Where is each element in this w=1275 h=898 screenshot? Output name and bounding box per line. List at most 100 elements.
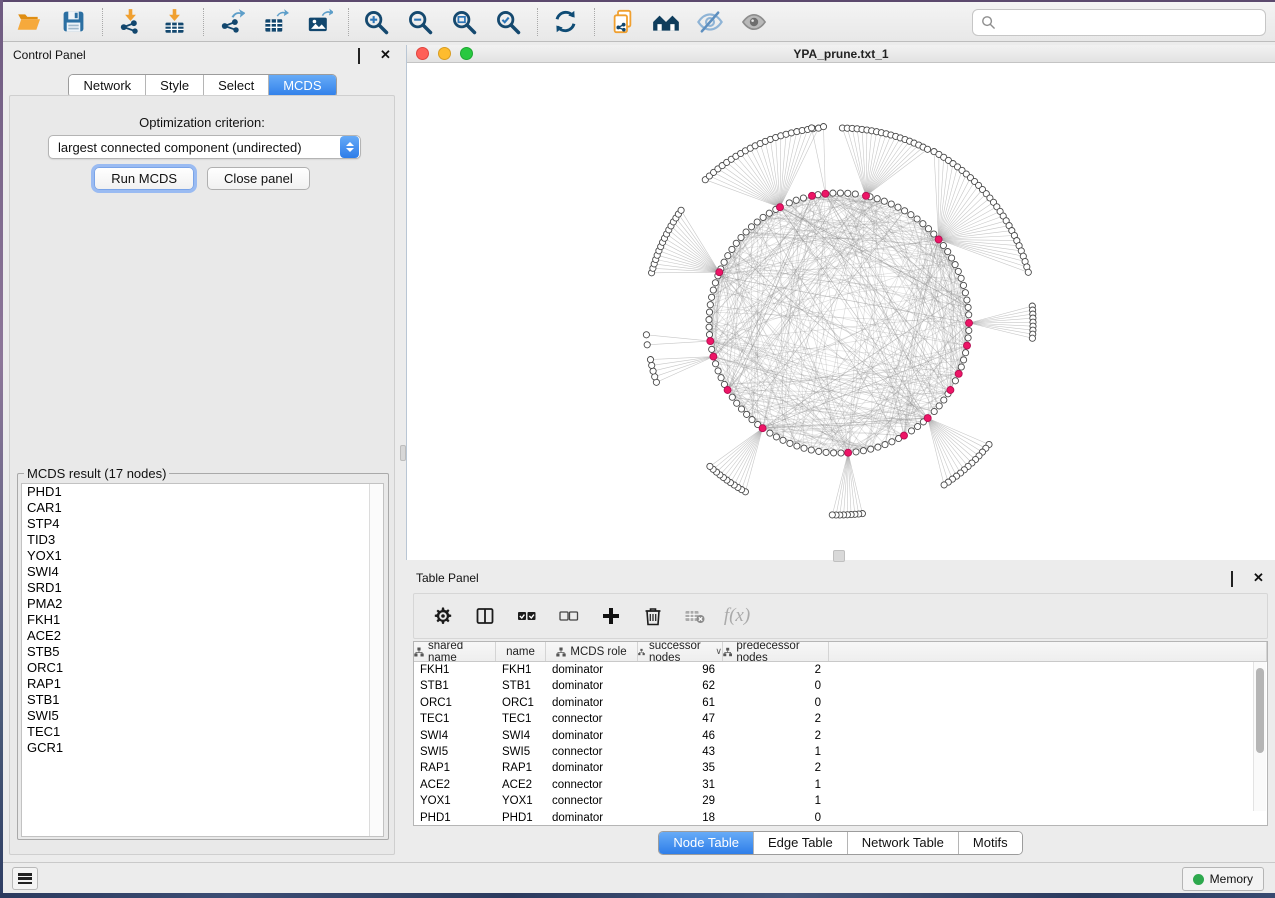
close-panel-button-mcds[interactable]: Close panel	[207, 167, 310, 190]
table-row[interactable]: STB1STB1dominator620	[414, 678, 1267, 694]
float-table-panel-button[interactable]	[1231, 572, 1243, 584]
column-header-predecessor-nodes[interactable]: predecessor nodes	[723, 642, 829, 661]
table-scrollbar-thumb[interactable]	[1256, 668, 1264, 753]
mcds-result-item[interactable]: GCR1	[22, 740, 383, 756]
cell: RAP1	[496, 760, 546, 776]
delete-table-icon	[684, 607, 706, 625]
cell: 2	[723, 662, 829, 678]
column-header-MCDS-role[interactable]: MCDS role	[546, 642, 638, 661]
zoom-fit-icon	[450, 8, 478, 36]
tab-network[interactable]: Network	[69, 75, 146, 97]
open-session-button[interactable]	[12, 6, 46, 38]
cell: dominator	[546, 662, 638, 678]
close-panel-button[interactable]: ✕	[380, 49, 392, 61]
delete-columns-button[interactable]	[640, 603, 666, 629]
cell: TEC1	[496, 711, 546, 727]
mcds-result-item[interactable]: PHD1	[22, 484, 383, 500]
table-row[interactable]: FKH1FKH1dominator962	[414, 662, 1267, 678]
splitter-grip	[833, 550, 845, 562]
tab-node-table[interactable]: Node Table	[659, 832, 754, 854]
mcds-result-item[interactable]: FKH1	[22, 612, 383, 628]
cell: STB1	[414, 678, 496, 694]
table-row[interactable]: TEC1TEC1connector472	[414, 711, 1267, 727]
zoom-selected-button[interactable]	[491, 6, 525, 38]
mcds-result-item[interactable]: ORC1	[22, 660, 383, 676]
table-row[interactable]: YOX1YOX1connector291	[414, 793, 1267, 809]
refresh-layout-button[interactable]	[548, 6, 582, 38]
table-row[interactable]: SWI5SWI5connector431	[414, 744, 1267, 760]
export-table-button[interactable]	[258, 6, 292, 38]
tab-style[interactable]: Style	[146, 75, 204, 97]
tab-select[interactable]: Select	[204, 75, 269, 97]
mcds-result-item[interactable]: SRD1	[22, 580, 383, 596]
import-network-button[interactable]	[113, 6, 147, 38]
memory-button[interactable]: Memory	[1182, 867, 1264, 891]
deselect-all-button[interactable]	[556, 603, 582, 629]
cell: 61	[638, 695, 723, 711]
mcds-result-item[interactable]: STB5	[22, 644, 383, 660]
mcds-result-item[interactable]: TEC1	[22, 724, 383, 740]
hide-selected-button[interactable]	[693, 6, 727, 38]
share-network-document-button[interactable]	[605, 6, 639, 38]
optimization-criterion-label: Optimization criterion:	[10, 115, 394, 130]
cell: FKH1	[414, 662, 496, 678]
tab-mcds[interactable]: MCDS	[269, 75, 335, 97]
table-row[interactable]: ORC1ORC1dominator610	[414, 695, 1267, 711]
close-table-panel-button[interactable]: ✕	[1253, 572, 1265, 584]
column-header-name[interactable]: name	[496, 642, 546, 661]
cell: 43	[638, 744, 723, 760]
columns-icon	[475, 606, 495, 626]
table-row[interactable]: ACE2ACE2connector311	[414, 777, 1267, 793]
function-builder-button[interactable]: f(x)	[724, 603, 750, 629]
column-header-shared-name[interactable]: shared name	[414, 642, 496, 661]
mcds-result-item[interactable]: SWI5	[22, 708, 383, 724]
table-row[interactable]: SWI4SWI4dominator462	[414, 728, 1267, 744]
select-all-button[interactable]	[514, 603, 540, 629]
mcds-result-item[interactable]: RAP1	[22, 676, 383, 692]
run-mcds-button[interactable]: Run MCDS	[94, 167, 194, 190]
mcds-result-item[interactable]: PMA2	[22, 596, 383, 612]
result-list-scrollbar[interactable]	[369, 484, 383, 836]
export-network-button[interactable]	[214, 6, 248, 38]
mcds-result-item[interactable]: STB1	[22, 692, 383, 708]
mcds-result-item[interactable]: SWI4	[22, 564, 383, 580]
mcds-result-item[interactable]: STP4	[22, 516, 383, 532]
network-view-panel: YPA_prune.txt_1	[406, 45, 1275, 560]
export-image-icon	[306, 8, 333, 35]
float-panel-button[interactable]	[358, 49, 370, 61]
mcds-result-item[interactable]: TID3	[22, 532, 383, 548]
mcds-result-item[interactable]: YOX1	[22, 548, 383, 564]
tab-edge-table[interactable]: Edge Table	[754, 832, 848, 854]
tab-network-table[interactable]: Network Table	[848, 832, 959, 854]
table-row[interactable]: RAP1RAP1dominator352	[414, 760, 1267, 776]
first-neighbors-button[interactable]	[649, 6, 683, 38]
table-body: FKH1FKH1dominator962STB1STB1dominator620…	[414, 662, 1267, 826]
column-header-successor-nodes[interactable]: successor nodes∨	[638, 642, 723, 661]
cell: 47	[638, 711, 723, 727]
mcds-result-item[interactable]: CAR1	[22, 500, 383, 516]
table-mode-button[interactable]	[430, 603, 456, 629]
create-column-button[interactable]	[598, 603, 624, 629]
network-graph-canvas[interactable]	[407, 63, 1274, 559]
table-row[interactable]: PHD1PHD1dominator180	[414, 810, 1267, 826]
show-columns-button[interactable]	[472, 603, 498, 629]
export-image-button[interactable]	[302, 6, 336, 38]
zoom-out-button[interactable]	[403, 6, 437, 38]
save-session-button[interactable]	[56, 6, 90, 38]
cell: 0	[723, 810, 829, 826]
tab-motifs[interactable]: Motifs	[959, 832, 1022, 854]
column-header-label: shared name	[428, 642, 495, 661]
zoom-in-button[interactable]	[359, 6, 393, 38]
cell: SWI4	[414, 728, 496, 744]
zoom-fit-button[interactable]	[447, 6, 481, 38]
show-all-button[interactable]	[737, 6, 771, 38]
status-menu-button[interactable]	[12, 867, 38, 890]
search-input[interactable]	[1002, 12, 1265, 34]
import-table-button[interactable]	[157, 6, 191, 38]
criterion-dropdown[interactable]: largest connected component (undirected)	[48, 135, 361, 159]
delete-table-button[interactable]	[682, 603, 708, 629]
cell: YOX1	[496, 793, 546, 809]
table-scrollbar[interactable]	[1253, 662, 1266, 811]
mcds-result-item[interactable]: ACE2	[22, 628, 383, 644]
cell: 0	[723, 695, 829, 711]
